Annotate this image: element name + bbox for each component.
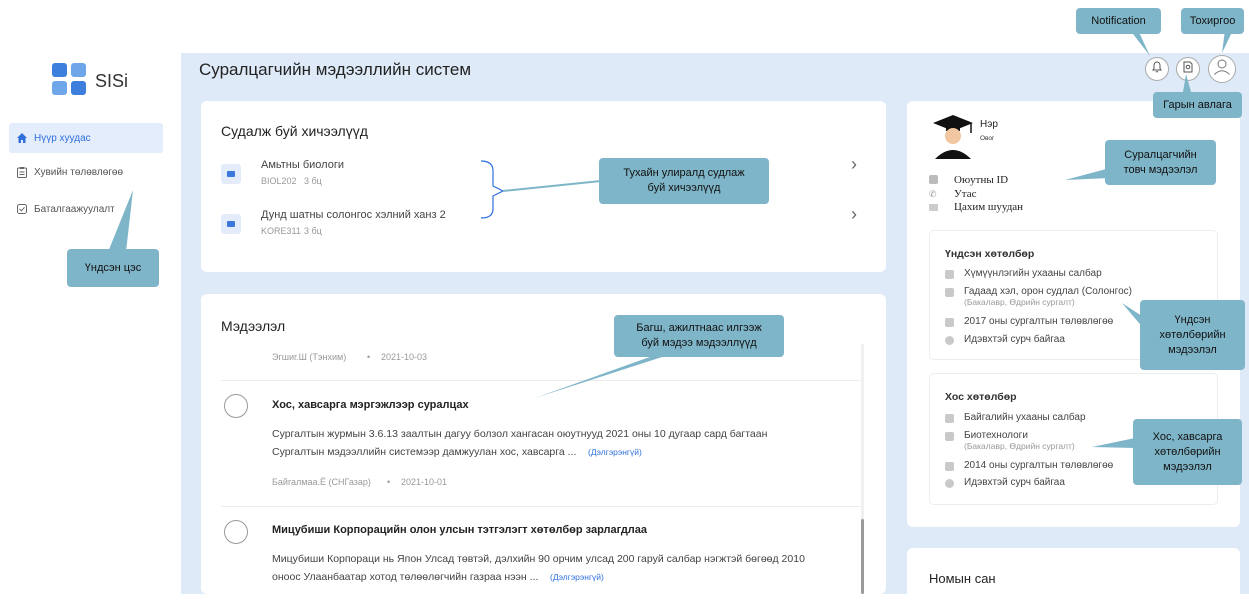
main-menu-pointer: [108, 190, 133, 252]
second-program-pointer: [1092, 438, 1135, 448]
callout-line: Хос, хавсарга: [1152, 430, 1223, 443]
notification-callout: Notification: [1076, 8, 1161, 34]
callout-line: Суралцагчийн: [1124, 148, 1197, 161]
student-info-pointer: [1065, 168, 1110, 180]
courses-pointer: [502, 180, 602, 192]
callout-line: хөтөлбөрийн: [1159, 328, 1226, 341]
callout-line: мэдээлэл: [1168, 343, 1217, 356]
settings-callout: Тохиргоо: [1181, 8, 1244, 34]
callout-line: Багш, ажилтнаас илгээж: [636, 322, 762, 334]
courses-bracket: [480, 160, 505, 219]
manual-pointer: [1183, 74, 1191, 92]
callout-line: буй хичээлүүд: [647, 182, 721, 194]
main-menu-callout: Үндсэн цэс: [67, 249, 159, 287]
callout-line: Тухайн улиралд судлаж: [623, 167, 745, 179]
second-program-callout: Хос, хавсарга хөтөлбөрийн мэдээлэл: [1133, 419, 1242, 485]
callout-line: Үндсэн: [1174, 313, 1211, 326]
student-info-callout: Суралцагчийн товч мэдээлэл: [1105, 140, 1216, 185]
courses-callout: Тухайн улиралд судлаж буй хичээлүүд: [599, 158, 769, 204]
news-callout: Багш, ажилтнаас илгээж буй мэдээ мэдээлл…: [614, 315, 784, 357]
callout-line: хөтөлбөрийн: [1154, 445, 1221, 458]
main-program-callout: Үндсэн хөтөлбөрийн мэдээлэл: [1140, 300, 1245, 370]
callout-line: мэдээлэл: [1163, 460, 1212, 473]
callout-line: товч мэдээлэл: [1123, 163, 1198, 176]
manual-callout: Гарын авлага: [1153, 92, 1242, 118]
callout-line: буй мэдээ мэдээллүүд: [641, 337, 757, 349]
callout-pointers: [108, 30, 1233, 448]
